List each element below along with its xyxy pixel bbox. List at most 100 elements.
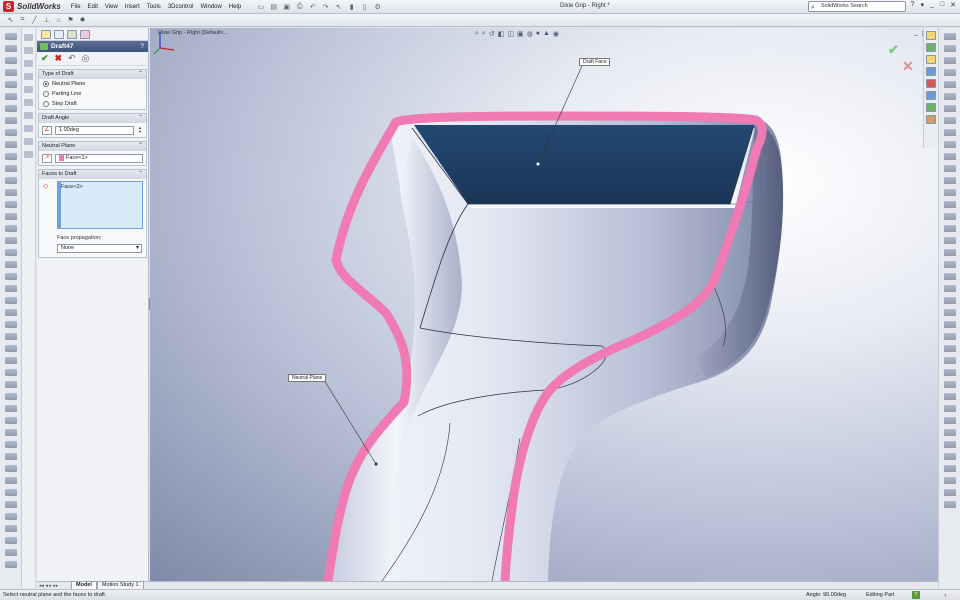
display-style-icon[interactable]: ▣ bbox=[517, 30, 524, 38]
toolbar-tool-icon[interactable] bbox=[943, 105, 956, 112]
menu-edit[interactable]: Edit bbox=[88, 4, 98, 10]
toolbar-tool-icon[interactable] bbox=[4, 525, 17, 532]
confirm-cancel-icon[interactable]: ✕ bbox=[902, 58, 914, 75]
face-propagation-select[interactable]: None bbox=[57, 244, 142, 253]
toolbar-tool-icon[interactable] bbox=[943, 69, 956, 76]
toolbar-tool-icon[interactable] bbox=[943, 117, 956, 124]
toolbar-tool-icon[interactable] bbox=[24, 60, 33, 67]
minimize-button[interactable]: _ bbox=[930, 1, 934, 9]
select-icon[interactable]: ↖ bbox=[333, 3, 344, 11]
appearances-icon[interactable] bbox=[926, 79, 936, 88]
toolbar-tool-icon[interactable] bbox=[4, 429, 17, 436]
search-input[interactable]: ⌕ SolidWorks Search bbox=[808, 1, 906, 12]
toolbar-tool-icon[interactable] bbox=[943, 345, 956, 352]
toolbar-tool-icon[interactable] bbox=[943, 429, 956, 436]
redo-icon[interactable]: ↷ bbox=[320, 3, 331, 11]
section-view-icon[interactable]: ◧ bbox=[498, 30, 505, 38]
toolbar-tool-icon[interactable] bbox=[4, 201, 17, 208]
toolbar-tool-icon[interactable] bbox=[4, 513, 17, 520]
toolbar-tool-icon[interactable] bbox=[943, 285, 956, 292]
toolbar-tool-icon[interactable] bbox=[943, 321, 956, 328]
property-manager-tab-icon[interactable] bbox=[54, 30, 64, 39]
toolbar-tool-icon[interactable] bbox=[4, 489, 17, 496]
document-recovery-icon[interactable] bbox=[926, 115, 936, 124]
toolbar-tool-icon[interactable] bbox=[24, 151, 33, 158]
close-button[interactable]: ✕ bbox=[950, 1, 956, 9]
toolbar-tool-icon[interactable] bbox=[4, 165, 17, 172]
toolbar-tool-icon[interactable] bbox=[943, 453, 956, 460]
toolbar-tool-icon[interactable] bbox=[4, 321, 17, 328]
save-icon[interactable]: ▣ bbox=[281, 3, 292, 11]
toolbar-tool-icon[interactable] bbox=[943, 357, 956, 364]
toolbar-tool-icon[interactable] bbox=[4, 309, 17, 316]
menu-tools[interactable]: Tools bbox=[147, 4, 161, 10]
file-properties-icon[interactable]: ▯ bbox=[359, 3, 370, 11]
toolbar-tool-icon[interactable] bbox=[943, 201, 956, 208]
line-icon[interactable]: ╱ bbox=[30, 16, 39, 24]
toolbar-tool-icon[interactable] bbox=[4, 441, 17, 448]
radio-parting-line[interactable]: Parting Line bbox=[39, 89, 146, 99]
tab-model[interactable]: Model bbox=[71, 581, 97, 589]
toolbar-tool-icon[interactable] bbox=[4, 261, 17, 268]
toolbar-tool-icon[interactable] bbox=[24, 47, 33, 54]
collapse-icon[interactable]: ⌃ bbox=[138, 70, 143, 79]
draft-angle-input[interactable]: 1.00deg bbox=[55, 125, 134, 135]
group-header[interactable]: Faces to Draft ⌃ bbox=[39, 170, 146, 179]
zoom-to-area-icon[interactable]: ⌕ bbox=[482, 30, 486, 38]
toolbar-tool-icon[interactable] bbox=[943, 57, 956, 64]
app-logo[interactable]: S SolidWorks bbox=[0, 0, 67, 14]
toolbar-tool-icon[interactable] bbox=[4, 189, 17, 196]
rebuild-status-icon[interactable]: ◐ bbox=[944, 591, 948, 600]
detailed-preview-icon[interactable]: ◎ bbox=[82, 54, 90, 63]
toolbar-tool-icon[interactable] bbox=[24, 138, 33, 145]
group-header[interactable]: Draft Angle ⌃ bbox=[39, 114, 146, 123]
previous-view-icon[interactable]: ↺ bbox=[489, 30, 495, 38]
toolbar-tool-icon[interactable] bbox=[943, 405, 956, 412]
appearance-icon[interactable]: ● bbox=[536, 30, 540, 38]
undo-pm-icon[interactable]: ↶ bbox=[68, 54, 76, 63]
toolbar-tool-icon[interactable] bbox=[4, 537, 17, 544]
toolbar-tool-icon[interactable] bbox=[4, 357, 17, 364]
menu-view[interactable]: View bbox=[105, 4, 118, 10]
toolbar-tool-icon[interactable] bbox=[943, 153, 956, 160]
toolbar-tool-icon[interactable] bbox=[4, 417, 17, 424]
dimxpert-tab-icon[interactable] bbox=[80, 30, 90, 39]
collapse-icon[interactable]: ⌃ bbox=[138, 142, 143, 151]
toolbar-tool-icon[interactable] bbox=[4, 273, 17, 280]
toolbar-tool-icon[interactable] bbox=[4, 177, 17, 184]
toolbar-tool-icon[interactable] bbox=[4, 237, 17, 244]
toolbar-tool-icon[interactable] bbox=[943, 489, 956, 496]
menu-help[interactable]: Help bbox=[229, 4, 241, 10]
toolbar-tool-icon[interactable] bbox=[4, 105, 17, 112]
options-icon[interactable]: ⚙ bbox=[372, 3, 383, 11]
neutral-plane-callout[interactable]: Neutral Plane bbox=[288, 374, 327, 382]
toolbar-tool-icon[interactable] bbox=[4, 81, 17, 88]
toolbar-tool-icon[interactable] bbox=[943, 333, 956, 340]
toolbar-tool-icon[interactable] bbox=[4, 345, 17, 352]
toolbar-tool-icon[interactable] bbox=[4, 549, 17, 556]
toolbar-tool-icon[interactable] bbox=[943, 177, 956, 184]
toolbar-tool-icon[interactable] bbox=[4, 477, 17, 484]
toolbar-tool-icon[interactable] bbox=[943, 129, 956, 136]
lightbulb-icon[interactable]: ✹ bbox=[78, 16, 87, 24]
toolbar-tool-icon[interactable] bbox=[24, 73, 33, 80]
toolbar-tool-icon[interactable] bbox=[943, 417, 956, 424]
design-library-icon[interactable] bbox=[926, 43, 936, 52]
toolbar-tool-icon[interactable] bbox=[24, 86, 33, 93]
forum-icon[interactable] bbox=[926, 103, 936, 112]
help-dropdown-icon[interactable]: ▾ bbox=[920, 1, 924, 9]
toolbar-tool-icon[interactable] bbox=[943, 465, 956, 472]
spin-arrows-icon[interactable]: ▲ ▼ bbox=[137, 125, 143, 135]
tab-motion-study[interactable]: Motion Study 1 bbox=[96, 581, 144, 589]
group-header[interactable]: Neutral Plane ⌃ bbox=[39, 142, 146, 151]
new-icon[interactable]: ▭ bbox=[255, 3, 266, 11]
toolbar-tool-icon[interactable] bbox=[4, 129, 17, 136]
toolbar-tool-icon[interactable] bbox=[943, 381, 956, 388]
rebuild-icon[interactable]: ▮ bbox=[346, 3, 357, 11]
toolbar-tool-icon[interactable] bbox=[4, 501, 17, 508]
toolbar-tool-icon[interactable] bbox=[4, 405, 17, 412]
toolbar-tool-icon[interactable] bbox=[4, 153, 17, 160]
toolbar-tool-icon[interactable] bbox=[943, 33, 956, 40]
viewport-minimize[interactable]: _ bbox=[914, 30, 917, 37]
draft-face-callout[interactable]: Draft Face bbox=[579, 58, 611, 66]
